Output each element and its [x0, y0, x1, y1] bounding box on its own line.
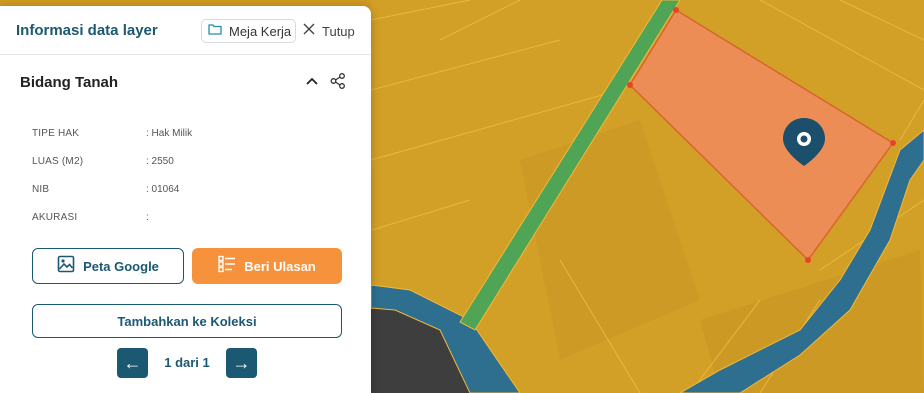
close-label: Tutup	[322, 23, 355, 39]
workspace-label: Meja Kerja	[229, 23, 292, 39]
chevron-up-icon[interactable]	[303, 73, 321, 91]
close-icon	[303, 22, 315, 40]
panel-header: Informasi data layer Meja Kerja Tutup	[0, 6, 371, 55]
folder-icon	[208, 22, 222, 40]
info-panel: Informasi data layer Meja Kerja Tutup Bi…	[0, 6, 371, 393]
page-indicator: 1 dari 1	[164, 355, 210, 370]
google-map-button[interactable]: Peta Google	[32, 248, 184, 284]
prev-page-button[interactable]: ←	[117, 348, 148, 378]
attribute-key: NIB	[32, 184, 50, 195]
list-check-icon	[218, 255, 236, 278]
attribute-value: : Hak Milik	[146, 128, 193, 139]
review-button[interactable]: Beri Ulasan	[192, 248, 342, 284]
attribute-value: : 2550	[146, 156, 174, 167]
section-title: Bidang Tanah	[20, 74, 119, 91]
add-to-collection-button[interactable]: Tambahkan ke Koleksi	[32, 304, 342, 338]
panel-title: Informasi data layer	[16, 22, 158, 39]
attribute-value: :	[146, 212, 149, 223]
attribute-key: LUAS (M2)	[32, 156, 84, 167]
workspace-button[interactable]: Meja Kerja	[201, 19, 296, 43]
share-icon[interactable]	[329, 72, 347, 90]
close-button[interactable]: Tutup	[303, 19, 363, 43]
add-to-collection-label: Tambahkan ke Koleksi	[117, 313, 257, 329]
review-label: Beri Ulasan	[244, 258, 316, 274]
next-page-button[interactable]: →	[226, 348, 257, 378]
image-icon	[57, 255, 75, 278]
attribute-key: TIPE HAK	[32, 128, 80, 139]
attribute-key: AKURASI	[32, 212, 78, 223]
attribute-value: : 01064	[146, 184, 180, 195]
google-map-label: Peta Google	[83, 258, 159, 274]
